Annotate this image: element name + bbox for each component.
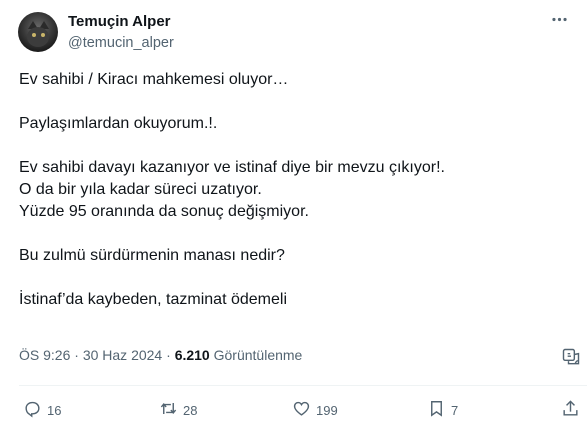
view-label: Görüntülenme: [213, 347, 303, 363]
tweet-line: O da bir yıla kadar süreci uzatıyor.: [19, 181, 262, 198]
action-bar: 16 28 199 7: [0, 394, 587, 424]
tweet-line: Ev sahibi davayı kazanıyor ve istinaf di…: [19, 159, 445, 176]
avatar[interactable]: [18, 12, 58, 52]
reply-button[interactable]: 16: [23, 399, 61, 421]
bookmark-button[interactable]: 7: [427, 399, 458, 421]
like-count: 199: [316, 402, 338, 418]
repost-count: 28: [183, 402, 198, 418]
tweet-date[interactable]: 30 Haz 2024: [83, 347, 162, 363]
share-icon: [561, 399, 580, 421]
tweet-meta: ÖS 9:26 · 30 Haz 2024 · 6.210 Görüntülen…: [19, 347, 302, 363]
meta-separator: ·: [166, 347, 171, 363]
view-count: 6.210: [174, 347, 210, 363]
tweet-line: Yüzde 95 oranında da sonuç değişmiyor.: [19, 203, 309, 220]
share-button[interactable]: [561, 399, 580, 421]
tweet-line: Paylaşımlardan okuyorum.!.: [19, 115, 218, 132]
tweet-line: Ev sahibi / Kiracı mahkemesi oluyor…: [19, 71, 289, 88]
bookmark-count: 7: [451, 402, 459, 418]
more-icon[interactable]: [550, 10, 569, 34]
meta-separator: ·: [74, 347, 79, 363]
author-handle[interactable]: @temucin_alper: [68, 35, 174, 51]
author-name[interactable]: Temuçin Alper: [68, 13, 171, 30]
tweet-line: İstinaf’da kaybeden, tazminat ödemeli: [19, 291, 287, 308]
grok-icon[interactable]: [561, 347, 583, 369]
tweet-text: Ev sahibi / Kiracı mahkemesi oluyor… Pay…: [19, 69, 574, 311]
tweet-time[interactable]: ÖS 9:26: [19, 347, 70, 363]
tweet: Temuçin Alper @temucin_alper Ev sahibi /…: [0, 0, 587, 436]
bookmark-icon: [427, 399, 446, 421]
reply-icon: [23, 399, 42, 421]
tweet-line: Bu zulmü sürdürmenin manası nedir?: [19, 247, 285, 264]
like-button[interactable]: 199: [292, 399, 338, 421]
reply-count: 16: [47, 402, 62, 418]
repost-icon: [159, 399, 178, 421]
repost-button[interactable]: 28: [159, 399, 197, 421]
like-icon: [292, 399, 311, 421]
divider: [19, 385, 587, 386]
